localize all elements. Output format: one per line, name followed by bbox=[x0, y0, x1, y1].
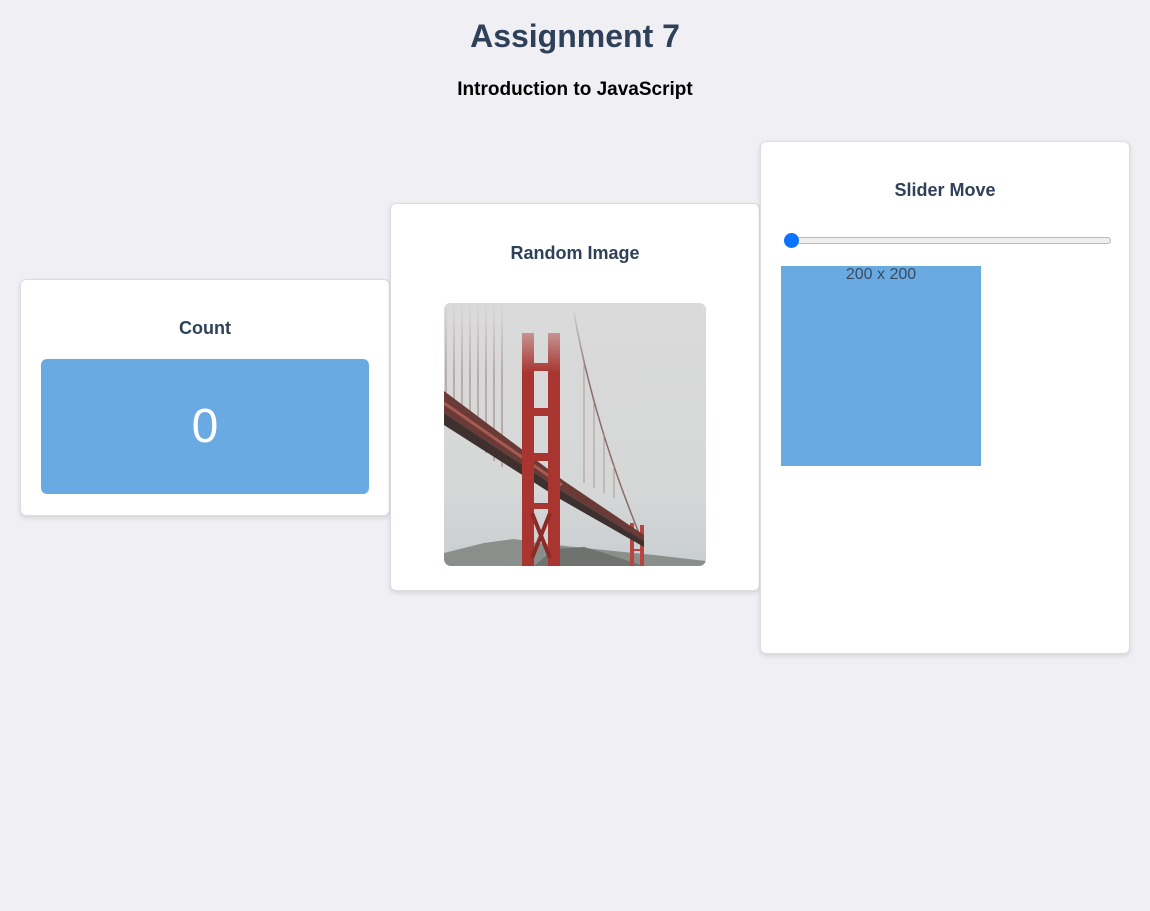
slider-card: Slider Move 200 x 200 bbox=[760, 141, 1130, 654]
count-card: Count 0 bbox=[20, 279, 390, 516]
random-image-card: Random Image bbox=[390, 203, 760, 591]
page-subtitle: Introduction to JavaScript bbox=[457, 79, 693, 100]
bridge-photo bbox=[444, 303, 706, 566]
random-image-card-title: Random Image bbox=[510, 243, 640, 263]
page-title: Assignment 7 bbox=[470, 18, 680, 54]
size-slider[interactable] bbox=[791, 237, 1111, 244]
count-card-title: Count bbox=[179, 318, 231, 338]
random-image[interactable] bbox=[444, 303, 706, 566]
box-size-label: 200 x 200 bbox=[845, 266, 917, 283]
slider-card-title: Slider Move bbox=[894, 180, 996, 200]
slider-thumb[interactable] bbox=[784, 233, 799, 248]
count-value: 0 bbox=[191, 400, 219, 453]
resizable-box: 200 x 200 bbox=[781, 266, 981, 466]
count-button[interactable]: 0 bbox=[41, 359, 369, 494]
